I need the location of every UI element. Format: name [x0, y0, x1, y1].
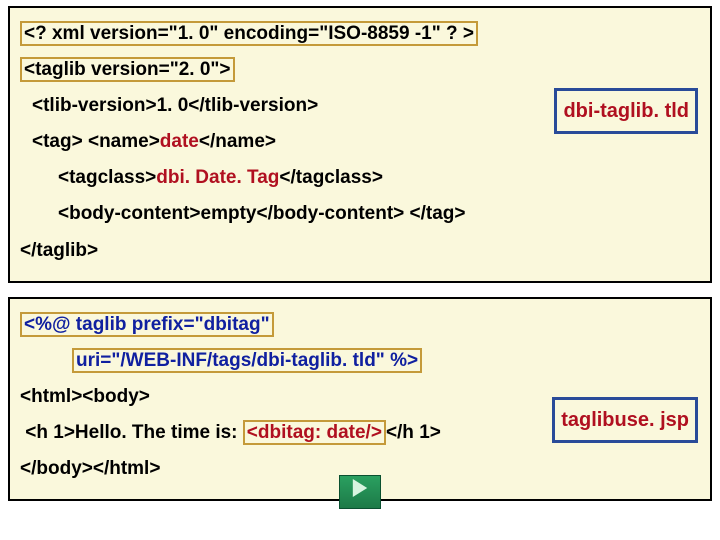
tag-name-value: date	[160, 131, 199, 152]
highlight-taglib-directive-1: <%@ taglib prefix="dbitag"	[20, 312, 274, 337]
code-line: <? xml version="1. 0" encoding="ISO-8859…	[20, 16, 700, 52]
h1-open: <h 1>Hello. The time is:	[20, 422, 243, 443]
tagclass-value: dbi. Date. Tag	[156, 167, 279, 188]
tag-name-close: </name>	[199, 131, 276, 152]
html-body-open: <html><body>	[20, 386, 150, 407]
code-line: <tag> <name>date</name>	[20, 124, 700, 160]
code-line: uri="/WEB-INF/tags/dbi-taglib. tld" %>	[20, 343, 700, 379]
code-line: <h 1>Hello. The time is: <dbitag: date/>…	[20, 415, 700, 451]
code-block-jsp: taglibuse. jsp <%@ taglib prefix="dbitag…	[8, 297, 712, 501]
tagclass-close: </tagclass>	[279, 167, 383, 188]
play-icon	[351, 474, 369, 510]
body-content: <body-content>empty</body-content> </tag…	[58, 203, 466, 224]
highlight-dbitag-date: <dbitag: date/>	[243, 420, 386, 445]
code-block-tld: dbi-taglib. tld <? xml version="1. 0" en…	[8, 6, 712, 283]
taglib-close: </taglib>	[20, 240, 98, 261]
code-line: <%@ taglib prefix="dbitag"	[20, 307, 700, 343]
code-line: </taglib>	[20, 233, 700, 269]
h1-close: </h 1>	[386, 422, 441, 443]
code-line: <body-content>empty</body-content> </tag…	[20, 196, 700, 232]
code-line: <tlib-version>1. 0</tlib-version>	[20, 88, 700, 124]
html-body-close: </body></html>	[20, 458, 160, 479]
next-slide-button[interactable]	[339, 475, 381, 509]
code-line: <taglib version="2. 0">	[20, 52, 700, 88]
code-line: <tagclass>dbi. Date. Tag</tagclass>	[20, 160, 700, 196]
highlight-taglib-directive-2: uri="/WEB-INF/tags/dbi-taglib. tld" %>	[72, 348, 422, 373]
tlib-version: <tlib-version>1. 0</tlib-version>	[32, 95, 318, 116]
highlight-xml-decl: <? xml version="1. 0" encoding="ISO-8859…	[20, 21, 478, 46]
code-line: <html><body>	[20, 379, 700, 415]
tag-name-open: <tag> <name>	[32, 131, 160, 152]
highlight-taglib-open: <taglib version="2. 0">	[20, 57, 235, 82]
tagclass-open: <tagclass>	[58, 167, 156, 188]
